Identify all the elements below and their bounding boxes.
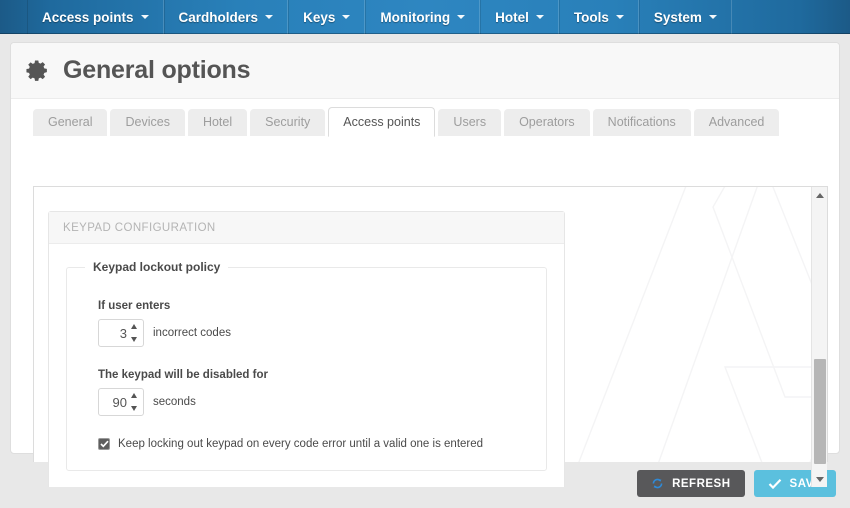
chevron-down-icon: [265, 15, 274, 19]
tab-hotel[interactable]: Hotel: [187, 109, 248, 136]
scrollbar-thumb[interactable]: [814, 359, 826, 464]
tab-operators[interactable]: Operators: [504, 109, 590, 136]
check-icon: [768, 478, 781, 489]
keypad-lockout-policy-legend: Keypad lockout policy: [93, 260, 221, 274]
vertical-scrollbar[interactable]: [811, 187, 827, 487]
stepper-up-icon[interactable]: [131, 324, 137, 329]
keep-locking-checkbox-row[interactable]: Keep locking out keypad on every code er…: [98, 438, 528, 450]
tab-security[interactable]: Security: [250, 109, 326, 136]
chevron-down-icon: [615, 15, 624, 19]
main-navbar: Access points Cardholders Keys Monitorin…: [0, 0, 850, 34]
stepper-down-icon[interactable]: [131, 406, 137, 411]
refresh-button-label: REFRESH: [672, 477, 731, 490]
tab-content-pane: KEYPAD CONFIGURATION Keypad lockout poli…: [33, 186, 828, 488]
lockout-duration-stepper[interactable]: [98, 388, 144, 416]
nav-item-label: Hotel: [495, 9, 529, 25]
nav-item-monitoring[interactable]: Monitoring: [365, 0, 481, 34]
nav-item-system[interactable]: System: [638, 0, 732, 34]
keypad-lockout-policy-fieldset: Keypad lockout policy If user enters inc…: [66, 260, 547, 471]
lockout-duration-unit-label: seconds: [153, 396, 196, 408]
gear-icon: [26, 60, 47, 81]
chevron-down-icon: [342, 15, 351, 19]
keep-locking-label: Keep locking out keypad on every code er…: [118, 438, 484, 450]
attempts-stepper[interactable]: [98, 319, 144, 347]
nav-item-access-points[interactable]: Access points: [27, 0, 164, 34]
nav-item-label: Access points: [42, 9, 134, 25]
nav-item-cardholders[interactable]: Cardholders: [163, 0, 289, 34]
scroll-down-arrow-icon: [816, 476, 824, 482]
page-title: General options: [63, 56, 251, 84]
refresh-icon: [652, 478, 663, 489]
tab-general[interactable]: General: [33, 109, 108, 136]
attempts-unit-label: incorrect codes: [153, 327, 231, 339]
tab-advanced[interactable]: Advanced: [693, 109, 780, 136]
scroll-up-arrow-icon: [816, 192, 824, 198]
page-card: General options General Devices Hotel Se…: [10, 42, 840, 488]
lockout-duration-label: The keypad will be disabled for: [98, 369, 268, 381]
attempts-label: If user enters: [98, 300, 171, 312]
tab-access-points[interactable]: Access points: [328, 107, 436, 137]
nav-item-label: Monitoring: [380, 9, 451, 25]
chevron-down-icon: [457, 15, 466, 19]
lockout-duration-row: seconds: [98, 388, 528, 416]
nav-item-tools[interactable]: Tools: [558, 0, 639, 34]
chevron-down-icon: [140, 15, 149, 19]
tab-devices[interactable]: Devices: [110, 109, 185, 136]
scroll-down-button[interactable]: [812, 471, 827, 487]
chevron-down-icon: [708, 15, 717, 19]
nav-item-label: Cardholders: [178, 9, 259, 25]
tab-notifications[interactable]: Notifications: [592, 109, 691, 136]
nav-item-label: Tools: [573, 9, 609, 25]
footer-button-group: REFRESH SAVE: [637, 470, 836, 497]
check-icon: [99, 440, 109, 448]
attempts-row: incorrect codes: [98, 319, 528, 347]
nav-item-keys[interactable]: Keys: [288, 0, 366, 34]
nav-item-hotel[interactable]: Hotel: [480, 0, 559, 34]
stepper-up-icon[interactable]: [131, 393, 137, 398]
page-header: General options: [11, 43, 839, 99]
attempts-stepper-buttons[interactable]: [131, 324, 139, 342]
scroll-up-button[interactable]: [812, 187, 827, 203]
keypad-configuration-panel: KEYPAD CONFIGURATION Keypad lockout poli…: [48, 211, 565, 487]
keypad-configuration-title: KEYPAD CONFIGURATION: [49, 212, 564, 244]
refresh-button[interactable]: REFRESH: [637, 470, 745, 497]
chevron-down-icon: [535, 15, 544, 19]
stepper-down-icon[interactable]: [131, 337, 137, 342]
nav-item-label: Keys: [303, 9, 336, 25]
nav-item-label: System: [653, 9, 702, 25]
tab-users[interactable]: Users: [438, 109, 502, 136]
keep-locking-checkbox[interactable]: [98, 438, 110, 450]
lockout-duration-stepper-buttons[interactable]: [131, 393, 139, 411]
tab-bar: General Devices Hotel Security Access po…: [11, 99, 839, 137]
